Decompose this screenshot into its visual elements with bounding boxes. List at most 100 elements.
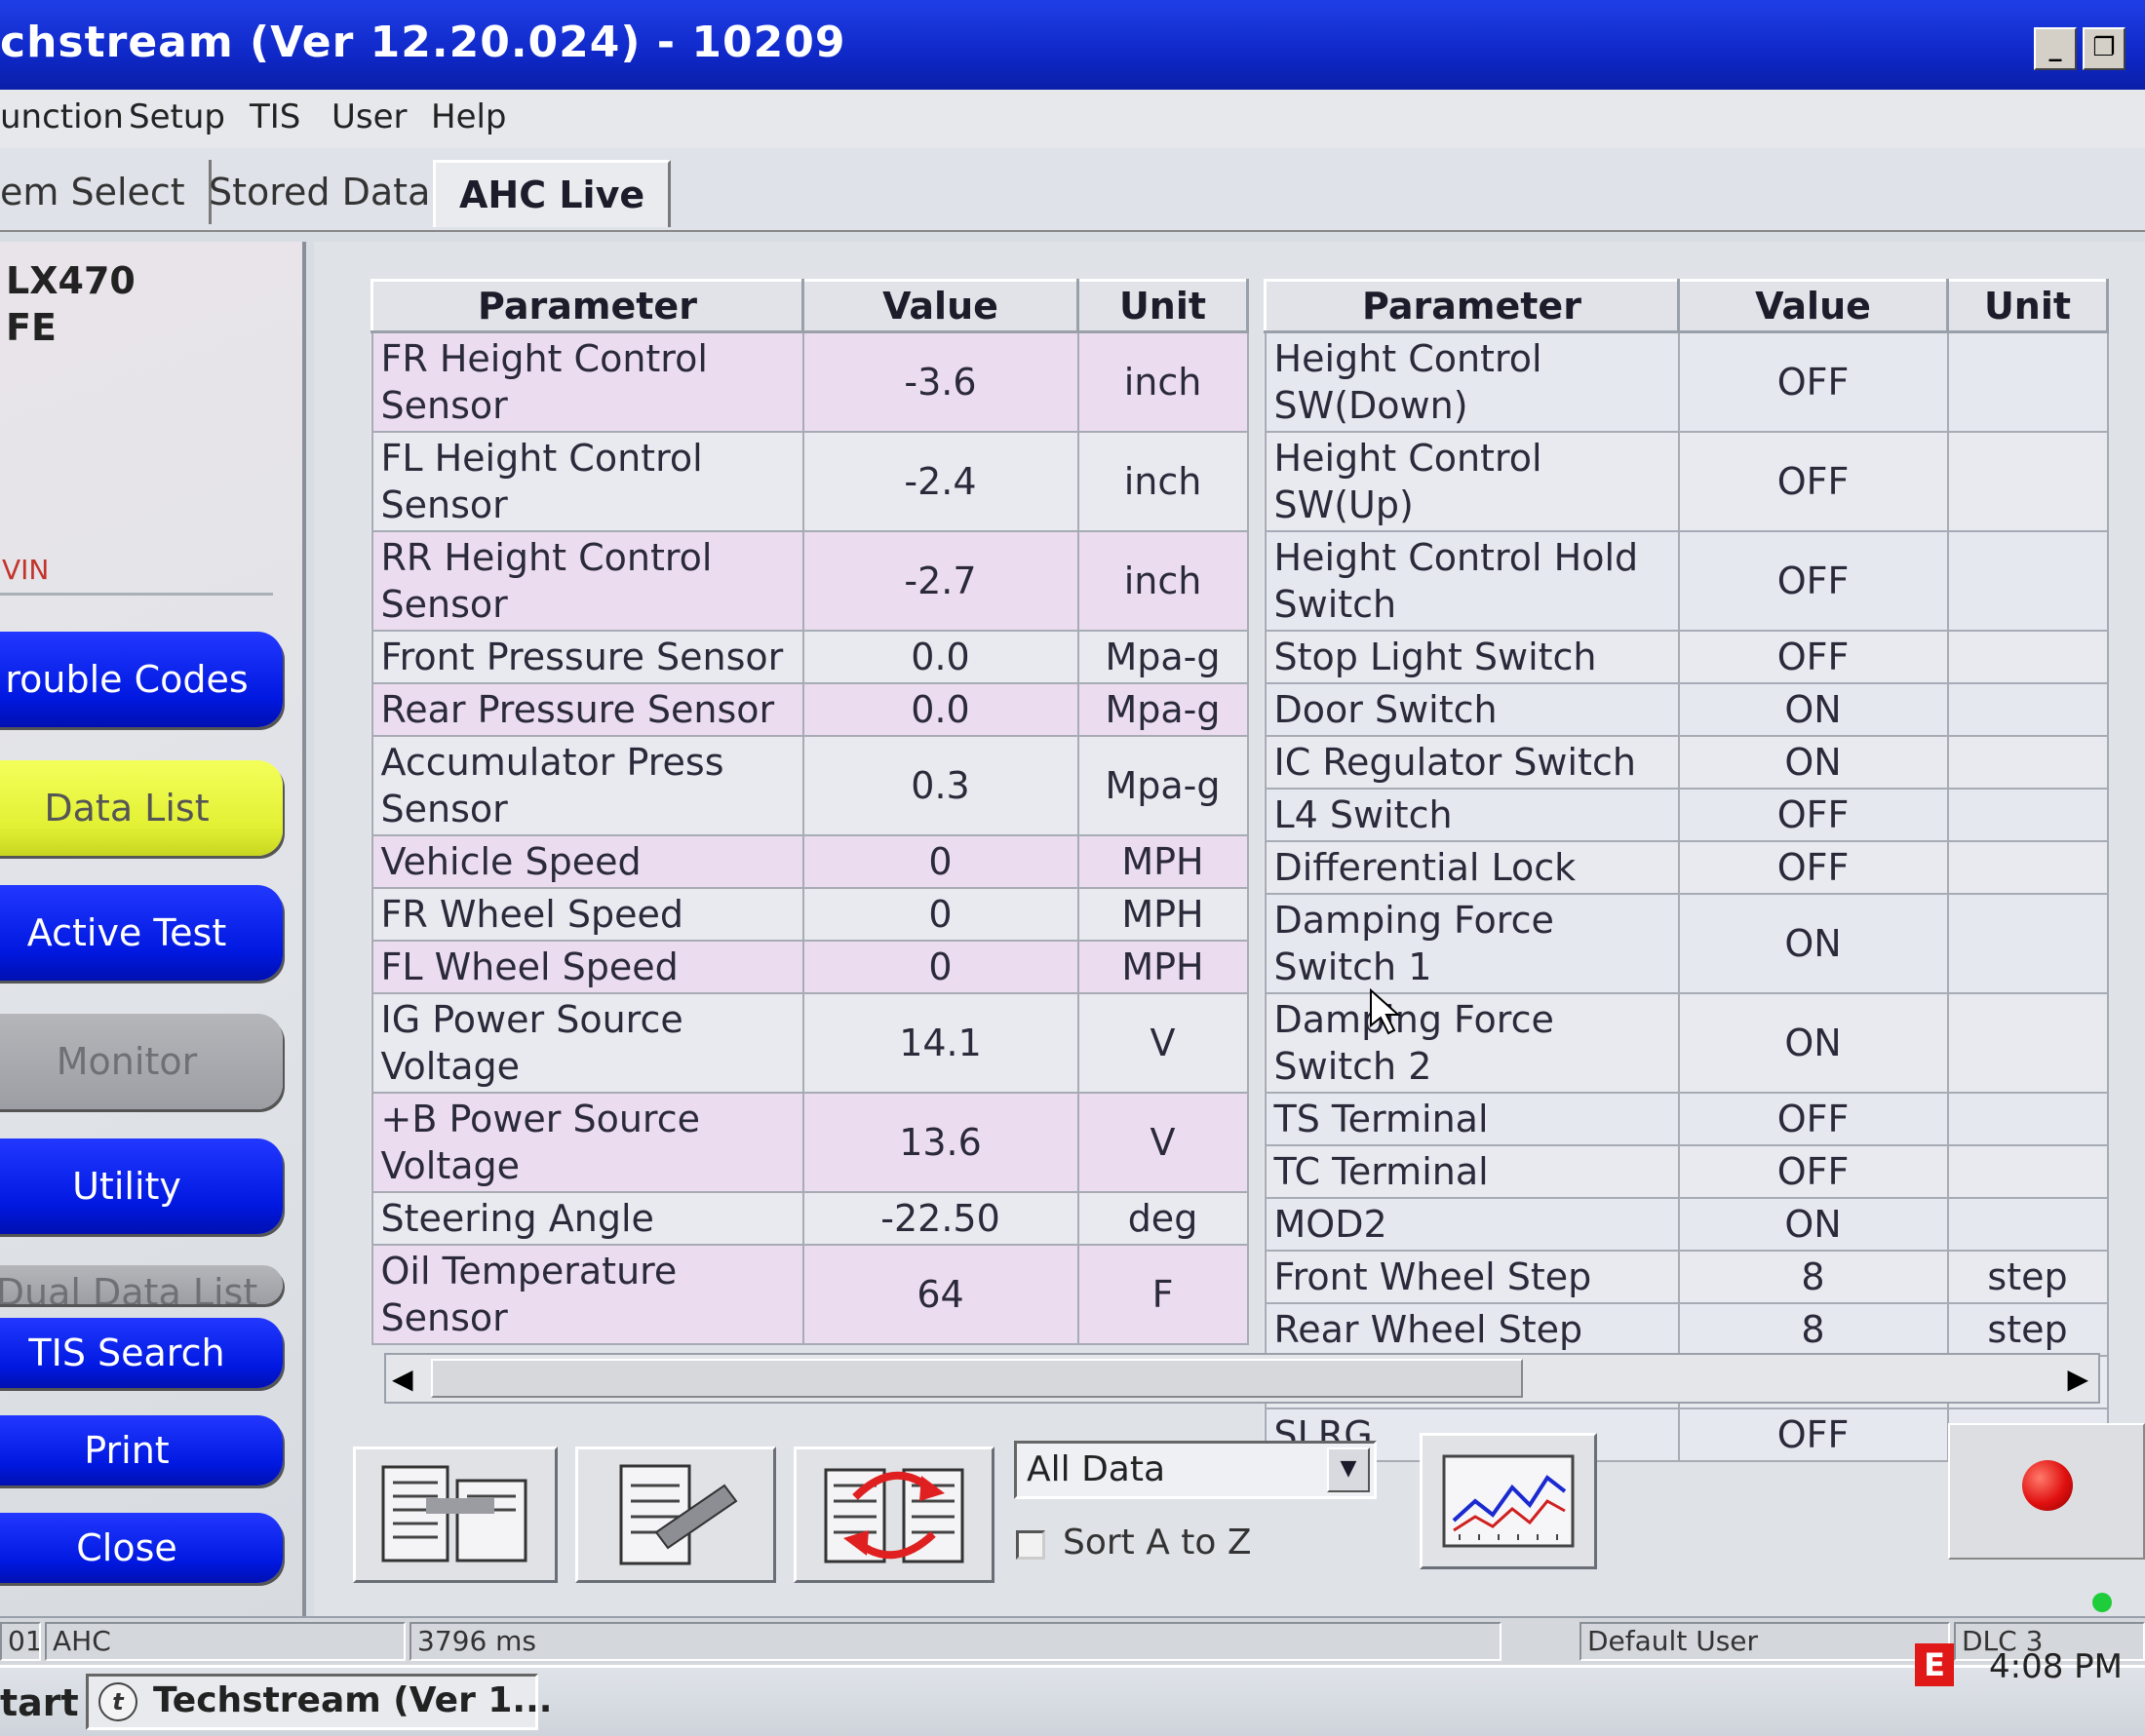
table-row[interactable]: FR Wheel Speed 0 MPH: [370, 887, 1249, 942]
data-list-button[interactable]: Data List: [0, 760, 283, 856]
column-header-value[interactable]: Value: [801, 279, 1079, 333]
scroll-right-arrow-icon[interactable]: ▶: [2067, 1363, 2088, 1395]
tab-system-select[interactable]: em Select: [0, 160, 212, 224]
utility-button[interactable]: Utility: [0, 1138, 283, 1234]
taskbar: tart t Techstream (Ver 1...: [0, 1665, 2145, 1736]
sort-a-to-z-checkbox[interactable]: [1016, 1530, 1045, 1560]
value-cell: 8: [1677, 1250, 1949, 1304]
table-row[interactable]: Height Control Hold Switch OFF: [1264, 530, 2109, 632]
restore-button[interactable]: ❐: [2083, 27, 2126, 70]
refresh-list-button[interactable]: [794, 1447, 994, 1583]
table-row[interactable]: Front Pressure Sensor 0.0 Mpa-g: [370, 630, 1249, 684]
menu-setup[interactable]: Setup: [129, 97, 225, 136]
table-row[interactable]: Rear Wheel Step 8 step: [1264, 1302, 2109, 1357]
taskbar-item-techstream[interactable]: t Techstream (Ver 1...: [86, 1674, 552, 1730]
menu-tis[interactable]: TIS: [250, 97, 300, 136]
column-header-value[interactable]: Value: [1677, 279, 1949, 333]
sort-a-to-z-label: Sort A to Z: [1063, 1523, 1252, 1562]
parameter-label-line: Voltage: [380, 1045, 521, 1088]
table-row[interactable]: RR Height Control Sensor -2.7 inch: [370, 530, 1249, 632]
start-button[interactable]: tart: [0, 1681, 79, 1724]
active-test-button[interactable]: Active Test: [0, 885, 283, 981]
parameter-cell: IC Regulator Switch: [1264, 735, 1680, 790]
table-row[interactable]: Door Switch ON: [1264, 682, 2109, 737]
value-cell: OFF: [1677, 330, 1949, 433]
parameter-cell: L4 Switch: [1264, 788, 1680, 842]
parameter-label-line: Door Switch: [1273, 688, 1498, 731]
table-row[interactable]: FL Height Control Sensor -2.4 inch: [370, 431, 1249, 532]
print-button[interactable]: Print: [0, 1415, 283, 1485]
tis-search-button[interactable]: TIS Search: [0, 1318, 283, 1388]
table-row[interactable]: L4 Switch OFF: [1264, 788, 2109, 842]
close-button[interactable]: Close: [0, 1513, 283, 1583]
status-timing: 3796 ms: [410, 1622, 1502, 1661]
table-row[interactable]: FR Height Control Sensor -3.6 inch: [370, 330, 1249, 433]
table-row[interactable]: Damping Force Switch 1 ON: [1264, 893, 2109, 994]
record-button[interactable]: [2022, 1460, 2073, 1511]
table-row[interactable]: Height Control SW(Up) OFF: [1264, 431, 2109, 532]
table-row[interactable]: IC Regulator Switch ON: [1264, 735, 2109, 790]
column-header-parameter[interactable]: Parameter: [1264, 279, 1680, 333]
data-filter-select[interactable]: All Data ▼: [1014, 1441, 1377, 1499]
parameter-label-line: Rear Pressure Sensor: [380, 688, 775, 731]
table-row[interactable]: Oil Temperature Sensor 64 F: [370, 1244, 1249, 1345]
monitor-button[interactable]: Monitor: [0, 1014, 283, 1109]
column-header-unit[interactable]: Unit: [1946, 279, 2109, 333]
value-cell: 0: [801, 940, 1079, 994]
menu-user[interactable]: User: [332, 97, 408, 136]
value-cell: 8: [1677, 1302, 1949, 1357]
grid-left-body: FR Height Control Sensor -3.6 inch FL Height…: [370, 330, 1249, 1345]
parameter-label-line: FR Wheel Speed: [380, 893, 684, 936]
horizontal-scrollbar[interactable]: ◀ ▶: [384, 1353, 2100, 1404]
column-header-parameter[interactable]: Parameter: [370, 279, 804, 333]
trouble-codes-button[interactable]: rouble Codes: [0, 632, 283, 727]
chevron-down-icon[interactable]: ▼: [1327, 1447, 1370, 1492]
status-system: AHC: [45, 1622, 406, 1661]
table-row[interactable]: TC Terminal OFF: [1264, 1144, 2109, 1199]
parameter-cell: +B Power Source Voltage: [370, 1092, 804, 1193]
unit-cell: [1946, 431, 2109, 532]
value-cell: -22.50: [801, 1191, 1079, 1246]
notepad-pen-icon: [619, 1464, 738, 1565]
menu-help[interactable]: Help: [431, 97, 507, 136]
unit-cell: [1946, 530, 2109, 632]
table-row[interactable]: +B Power Source Voltage 13.6 V: [370, 1092, 1249, 1193]
scroll-left-arrow-icon[interactable]: ◀: [392, 1363, 413, 1395]
vehicle-engine: FE: [6, 306, 57, 349]
parameter-label-line: Height Control: [1273, 337, 1542, 380]
table-row[interactable]: Differential Lock OFF: [1264, 840, 2109, 895]
tab-stored-data[interactable]: Stored Data: [185, 160, 457, 224]
parameter-cell: Height Control SW(Up): [1264, 431, 1680, 532]
parameter-cell: Rear Pressure Sensor: [370, 682, 804, 737]
table-row[interactable]: FL Wheel Speed 0 MPH: [370, 940, 1249, 994]
dual-data-list-button[interactable]: Dual Data List: [0, 1265, 283, 1304]
unit-cell: inch: [1076, 330, 1249, 433]
table-row[interactable]: TS Terminal OFF: [1264, 1092, 2109, 1146]
tray-app-icon[interactable]: E: [1915, 1643, 1954, 1686]
column-header-unit[interactable]: Unit: [1076, 279, 1249, 333]
parameter-label-line: Switch: [1273, 583, 1397, 626]
table-row[interactable]: Rear Pressure Sensor 0.0 Mpa-g: [370, 682, 1249, 737]
table-row[interactable]: MOD2 ON: [1264, 1197, 2109, 1252]
table-row[interactable]: Vehicle Speed 0 MPH: [370, 834, 1249, 889]
menu-function[interactable]: unction: [0, 97, 124, 136]
table-row[interactable]: IG Power Source Voltage 14.1 V: [370, 992, 1249, 1094]
parameter-label-line: L4 Switch: [1273, 793, 1453, 836]
unit-cell: MPH: [1076, 940, 1249, 994]
split-view-button[interactable]: [353, 1447, 558, 1583]
table-row[interactable]: Accumulator Press Sensor 0.3 Mpa-g: [370, 735, 1249, 836]
table-row[interactable]: Stop Light Switch OFF: [1264, 630, 2109, 684]
scroll-thumb[interactable]: [431, 1359, 1523, 1398]
parameter-cell: FL Wheel Speed: [370, 940, 804, 994]
value-cell: OFF: [1677, 1144, 1949, 1199]
parameter-label-line: Sensor: [380, 483, 508, 526]
table-row[interactable]: Height Control SW(Down) OFF: [1264, 330, 2109, 433]
graph-button[interactable]: [1420, 1433, 1597, 1569]
table-row[interactable]: Steering Angle -22.50 deg: [370, 1191, 1249, 1246]
table-row[interactable]: Front Wheel Step 8 step: [1264, 1250, 2109, 1304]
unit-cell: inch: [1076, 431, 1249, 532]
snapshot-button[interactable]: [575, 1447, 776, 1583]
tab-ahc-live[interactable]: AHC Live: [433, 160, 672, 227]
minimize-button[interactable]: _: [2034, 27, 2077, 70]
value-cell: OFF: [1677, 840, 1949, 895]
